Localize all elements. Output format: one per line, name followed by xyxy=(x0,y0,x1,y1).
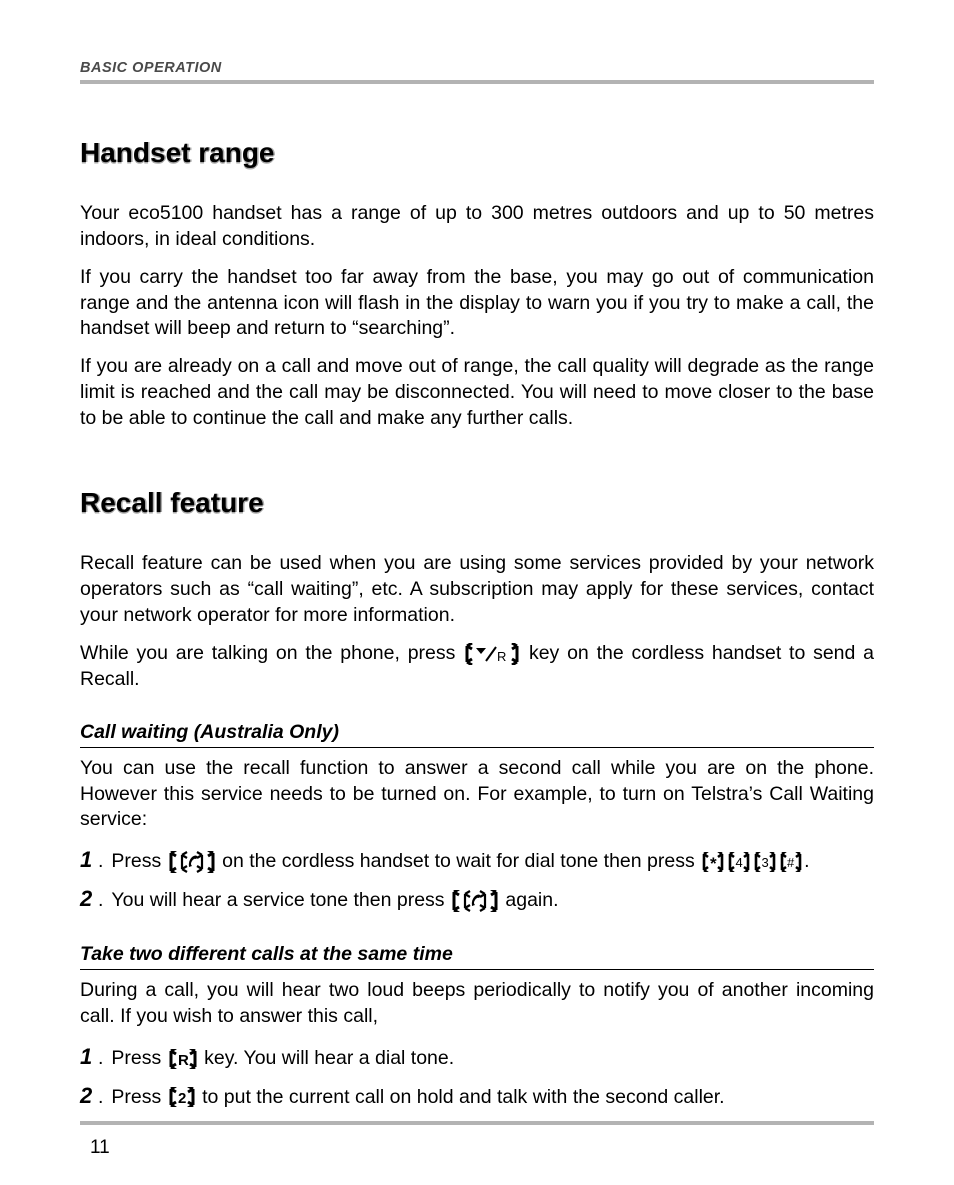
recall-paragraph-1: Recall feature can be used when you are … xyxy=(80,551,874,629)
twocalls-step-2: 2. Press 2 to put the current call on ho… xyxy=(80,1081,874,1112)
key-3: 3 xyxy=(753,852,777,872)
heading-recall: Recall feature xyxy=(80,488,264,519)
tc-step1-b: key. You will hear a dial tone. xyxy=(199,1047,454,1069)
tc-step2-a: Press xyxy=(111,1086,166,1108)
twocalls-paragraph-1: During a call, you will hear two loud be… xyxy=(80,978,874,1030)
recall-key-icon: R xyxy=(464,643,520,665)
footer-rule xyxy=(80,1121,874,1125)
key-hash: # xyxy=(779,852,803,872)
range-paragraph-3: If you are already on a call and move ou… xyxy=(80,354,874,432)
heading-recall-wrap: Recall feature xyxy=(80,476,874,543)
subheading-two-calls: Take two different calls at the same tim… xyxy=(80,943,874,970)
key-star: * xyxy=(701,852,725,872)
tc-step1-a: Press xyxy=(111,1047,166,1069)
callwaiting-step-2: 2. You will hear a service tone then pre… xyxy=(80,884,874,915)
svg-text:#: # xyxy=(787,855,795,870)
heading-handset-range: Handset range xyxy=(80,138,275,169)
range-paragraph-1: Your eco5100 handset has a range of up t… xyxy=(80,201,874,253)
header-rule xyxy=(80,80,874,84)
cw-step1-c: . xyxy=(804,850,809,872)
step-number: 2 xyxy=(80,884,98,915)
cw-step1-a: Press xyxy=(111,850,166,872)
talk-key-icon xyxy=(451,890,499,912)
svg-text:*: * xyxy=(710,854,717,872)
range-paragraph-2: If you carry the handset too far away fr… xyxy=(80,265,874,343)
recall-paragraph-2: While you are talking on the phone, pres… xyxy=(80,641,874,693)
key-2: 2 xyxy=(168,1087,196,1107)
svg-text:3: 3 xyxy=(762,855,769,870)
key-R: R xyxy=(168,1049,198,1069)
cw-step2-a: You will hear a service tone then press xyxy=(111,889,450,911)
manual-page: BASIC OPERATION Handset range Your eco51… xyxy=(0,0,954,1185)
step-number: 2 xyxy=(80,1081,98,1112)
twocalls-step-1: 1. Press R key. You will hear a dial ton… xyxy=(80,1042,874,1073)
recall-p2-a: While you are talking on the phone, pres… xyxy=(80,642,463,664)
running-header: BASIC OPERATION xyxy=(80,60,874,80)
talk-key-icon xyxy=(168,851,216,873)
svg-text:R: R xyxy=(178,1052,189,1069)
callwaiting-step-1: 1. Press on the cordless handset to wait… xyxy=(80,845,874,876)
tc-step2-b: to put the current call on hold and talk… xyxy=(197,1086,725,1108)
heading-handset-range-wrap: Handset range xyxy=(80,126,874,193)
key-4: 4 xyxy=(727,852,751,872)
callwaiting-paragraph-1: You can use the recall function to answe… xyxy=(80,756,874,834)
svg-text:4: 4 xyxy=(736,855,743,870)
cw-step2-b: again. xyxy=(500,889,559,911)
svg-text:2: 2 xyxy=(178,1090,186,1107)
page-number: 11 xyxy=(90,1137,110,1159)
svg-text:R: R xyxy=(497,649,506,664)
step-number: 1 xyxy=(80,1042,98,1073)
step-number: 1 xyxy=(80,845,98,876)
subheading-call-waiting: Call waiting (Australia Only) xyxy=(80,721,874,748)
cw-step1-b: on the cordless handset to wait for dial… xyxy=(217,850,700,872)
